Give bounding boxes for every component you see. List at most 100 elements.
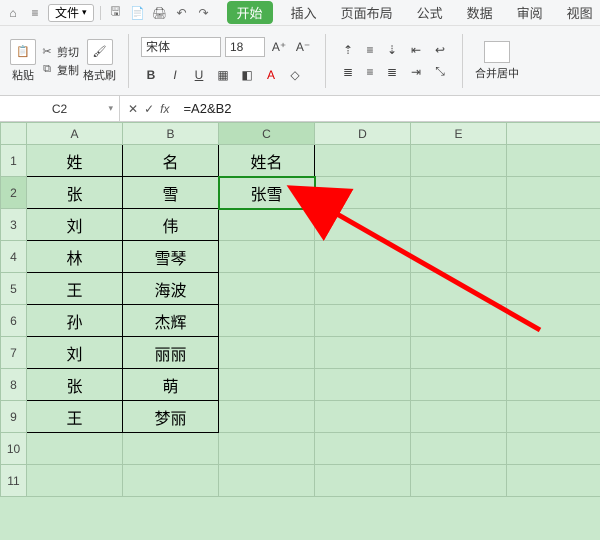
- cell-D5[interactable]: [315, 273, 411, 305]
- row-header-9[interactable]: 9: [1, 401, 27, 433]
- save-icon[interactable]: 🖫: [107, 4, 125, 22]
- align-right-icon[interactable]: ≣: [382, 62, 402, 82]
- cell-E10[interactable]: [411, 433, 507, 465]
- merge-center-button[interactable]: 合并居中: [475, 41, 519, 81]
- font-color-button[interactable]: A: [261, 65, 281, 85]
- tab-view[interactable]: 视图: [561, 1, 599, 24]
- worksheet-area[interactable]: A B C D E 1姓名姓名2张雪张雪3刘伟4林雪琴5王海波6孙杰辉7刘丽丽8…: [0, 122, 600, 540]
- copy-button[interactable]: ⧉复制: [40, 62, 79, 78]
- row-header-2[interactable]: 2: [1, 177, 27, 209]
- cell-A2[interactable]: 张: [27, 177, 123, 209]
- bold-button[interactable]: B: [141, 65, 161, 85]
- indent-increase-icon[interactable]: ⇥: [406, 62, 426, 82]
- hamburger-icon[interactable]: ≡: [26, 4, 44, 22]
- cell-X7[interactable]: [507, 337, 600, 369]
- cell-X5[interactable]: [507, 273, 600, 305]
- cell-E4[interactable]: [411, 241, 507, 273]
- cell-C9[interactable]: [219, 401, 315, 433]
- cell-C4[interactable]: [219, 241, 315, 273]
- cell-B2[interactable]: 雪: [123, 177, 219, 209]
- col-header-A[interactable]: A: [27, 123, 123, 145]
- cell-A9[interactable]: 王: [27, 401, 123, 433]
- cell-B4[interactable]: 雪琴: [123, 241, 219, 273]
- print-preview-icon[interactable]: 🖨: [151, 4, 169, 22]
- cell-C10[interactable]: [219, 433, 315, 465]
- cell-X3[interactable]: [507, 209, 600, 241]
- row-header-1[interactable]: 1: [1, 145, 27, 177]
- cell-C11[interactable]: [219, 465, 315, 497]
- file-menu-button[interactable]: 文件 ▾: [48, 4, 94, 22]
- cell-D11[interactable]: [315, 465, 411, 497]
- row-header-5[interactable]: 5: [1, 273, 27, 305]
- cell-E1[interactable]: [411, 145, 507, 177]
- cell-X10[interactable]: [507, 433, 600, 465]
- tab-data[interactable]: 数据: [461, 1, 499, 24]
- font-name-combo[interactable]: 宋体: [141, 37, 221, 57]
- fill-color-button[interactable]: ◧: [237, 65, 257, 85]
- align-center-icon[interactable]: ≡: [360, 62, 380, 82]
- cell-E3[interactable]: [411, 209, 507, 241]
- col-header-extra[interactable]: [507, 123, 600, 145]
- cell-A5[interactable]: 王: [27, 273, 123, 305]
- cell-B10[interactable]: [123, 433, 219, 465]
- decrease-font-icon[interactable]: A⁻: [293, 37, 313, 57]
- borders-button[interactable]: ▦: [213, 65, 233, 85]
- undo-icon[interactable]: ↶: [173, 4, 191, 22]
- cell-C6[interactable]: [219, 305, 315, 337]
- cut-button[interactable]: ✂剪切: [40, 44, 79, 60]
- cell-A8[interactable]: 张: [27, 369, 123, 401]
- wrap-text-icon[interactable]: ↩: [430, 40, 450, 60]
- align-left-icon[interactable]: ≣: [338, 62, 358, 82]
- cell-B7[interactable]: 丽丽: [123, 337, 219, 369]
- cell-A11[interactable]: [27, 465, 123, 497]
- cell-C5[interactable]: [219, 273, 315, 305]
- indent-decrease-icon[interactable]: ⇤: [406, 40, 426, 60]
- cell-X6[interactable]: [507, 305, 600, 337]
- font-size-combo[interactable]: 18: [225, 37, 265, 57]
- cell-A7[interactable]: 刘: [27, 337, 123, 369]
- tab-review[interactable]: 审阅: [511, 1, 549, 24]
- cell-B5[interactable]: 海波: [123, 273, 219, 305]
- row-header-6[interactable]: 6: [1, 305, 27, 337]
- tab-page-layout[interactable]: 页面布局: [335, 1, 399, 24]
- align-bottom-icon[interactable]: ⇣: [382, 40, 402, 60]
- cell-B8[interactable]: 萌: [123, 369, 219, 401]
- cell-B3[interactable]: 伟: [123, 209, 219, 241]
- align-middle-icon[interactable]: ≡: [360, 40, 380, 60]
- cell-E5[interactable]: [411, 273, 507, 305]
- spreadsheet-grid[interactable]: A B C D E 1姓名姓名2张雪张雪3刘伟4林雪琴5王海波6孙杰辉7刘丽丽8…: [0, 122, 600, 497]
- cell-X9[interactable]: [507, 401, 600, 433]
- underline-button[interactable]: U: [189, 65, 209, 85]
- cell-A10[interactable]: [27, 433, 123, 465]
- orientation-icon[interactable]: ⤡: [430, 62, 450, 82]
- cell-C8[interactable]: [219, 369, 315, 401]
- cell-A6[interactable]: 孙: [27, 305, 123, 337]
- cell-B6[interactable]: 杰辉: [123, 305, 219, 337]
- tab-formula[interactable]: 公式: [411, 1, 449, 24]
- col-header-E[interactable]: E: [411, 123, 507, 145]
- tab-insert[interactable]: 插入: [285, 1, 323, 24]
- cell-X11[interactable]: [507, 465, 600, 497]
- cell-E6[interactable]: [411, 305, 507, 337]
- accept-formula-icon[interactable]: ✓: [144, 102, 154, 116]
- paste-button[interactable]: 📋 粘贴: [10, 39, 36, 83]
- cell-X4[interactable]: [507, 241, 600, 273]
- cell-A3[interactable]: 刘: [27, 209, 123, 241]
- cell-D4[interactable]: [315, 241, 411, 273]
- row-header-11[interactable]: 11: [1, 465, 27, 497]
- cell-E2[interactable]: [411, 177, 507, 209]
- cancel-formula-icon[interactable]: ✕: [128, 102, 138, 116]
- name-box[interactable]: C2: [0, 96, 120, 121]
- row-header-4[interactable]: 4: [1, 241, 27, 273]
- cell-C7[interactable]: [219, 337, 315, 369]
- cell-D1[interactable]: [315, 145, 411, 177]
- cell-E11[interactable]: [411, 465, 507, 497]
- cell-D8[interactable]: [315, 369, 411, 401]
- col-header-D[interactable]: D: [315, 123, 411, 145]
- select-all-corner[interactable]: [1, 123, 27, 145]
- cell-C1[interactable]: 姓名: [219, 145, 315, 177]
- redo-icon[interactable]: ↷: [195, 4, 213, 22]
- col-header-C[interactable]: C: [219, 123, 315, 145]
- row-header-8[interactable]: 8: [1, 369, 27, 401]
- cell-X8[interactable]: [507, 369, 600, 401]
